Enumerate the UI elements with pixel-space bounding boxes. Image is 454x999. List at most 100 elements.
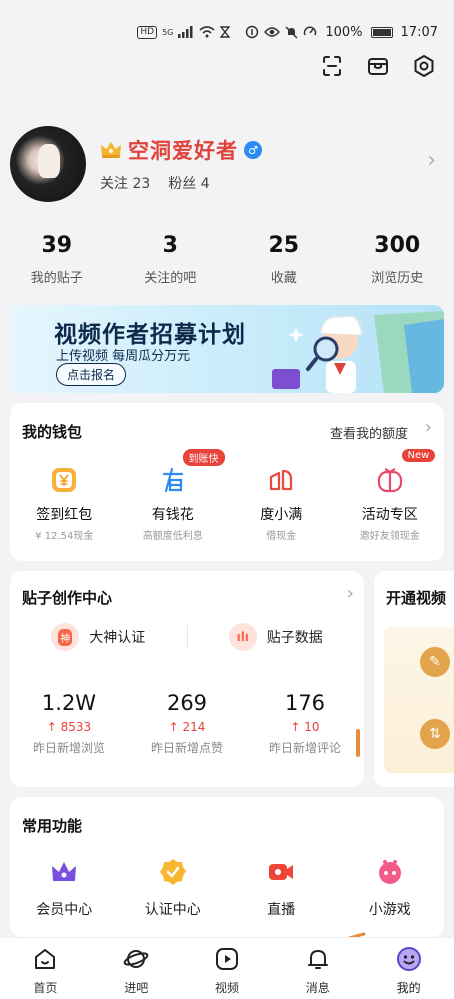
top-actions	[320, 54, 436, 78]
network-5g-indicator: 5G	[162, 27, 174, 37]
stat-value: 269	[166, 691, 208, 715]
creation-tags: 神 大神认证 ılı 贴子数据	[10, 623, 364, 651]
wallet-item-activity[interactable]: New 活动专区 邀好友领现金	[336, 449, 445, 542]
scan-icon[interactable]	[320, 54, 344, 78]
banner-signup-button[interactable]: 点击报名	[56, 363, 127, 386]
wallet-title: 我的钱包	[22, 423, 83, 441]
stat-history[interactable]: 300 浏览历史	[341, 233, 454, 286]
battery-percent: 100%	[325, 24, 363, 40]
video-play-icon	[215, 948, 238, 970]
hourglass-icon	[220, 26, 231, 38]
yuan-icon	[52, 468, 77, 492]
tag-label: 大神认证	[89, 630, 146, 646]
function-label: 小游戏	[368, 902, 411, 918]
live-camera-icon	[269, 864, 294, 880]
stat-delta: ↑ 10	[290, 720, 320, 734]
wallet-item-sub: ¥ 12.54现金	[35, 531, 94, 542]
wallet-items: 签到红包 ¥ 12.54现金 到账快 有钱花 高额度低利息 度小满 借现金 Ne…	[10, 449, 445, 542]
creation-center-card: 贴子创作中心 › 神 大神认证 ılı 贴子数据 1.2W ↑ 8533 昨日新增浏…	[10, 571, 364, 787]
tab-mine[interactable]: 我的	[363, 938, 454, 999]
settings-icon[interactable]	[412, 54, 436, 78]
stat-likes[interactable]: 269 ↑ 214 昨日新增点赞	[128, 691, 246, 756]
profile-stats: 39 我的贴子 3 关注的吧 25 收藏 300 浏览历史	[0, 233, 454, 286]
stat-delta: ↑ 8533	[46, 720, 92, 734]
crown-icon	[52, 862, 77, 881]
function-live[interactable]: 直播	[227, 857, 336, 919]
tab-video[interactable]: 视频	[182, 938, 273, 999]
home-icon	[35, 949, 56, 969]
wallet-item-label: 签到红包	[36, 507, 93, 523]
stat-delta: ↑ 214	[168, 720, 206, 734]
mute-bell-icon	[285, 26, 298, 38]
status-icons: HD 5G	[137, 25, 317, 39]
bell-icon	[307, 950, 328, 969]
banner-subtitle: 上传视频 每周瓜分万元	[56, 349, 191, 364]
wallet-item-label: 度小满	[260, 507, 303, 523]
tab-bars[interactable]: 进吧	[91, 938, 182, 999]
common-title: 常用功能	[22, 817, 83, 835]
function-member-center[interactable]: 会员中心	[10, 857, 119, 919]
follow-row: 关注 23 粉丝 4	[100, 173, 444, 193]
recruit-banner[interactable]: 视频作者招募计划 上传视频 每周瓜分万元 点击报名	[10, 305, 444, 393]
stat-posts[interactable]: 39 我的贴子	[0, 233, 114, 286]
username: 空洞爱好者	[128, 139, 238, 163]
bottom-nav: 首页 进吧 视频 消息 我的	[0, 937, 454, 999]
stat-label: 浏览历史	[371, 271, 424, 286]
tab-label: 首页	[33, 981, 58, 995]
stat-label: 收藏	[270, 271, 297, 286]
stat-value: 1.2W	[41, 691, 97, 715]
wallet-item-duxiaoman[interactable]: 度小满 借现金	[227, 465, 336, 542]
game-icon	[378, 860, 401, 884]
stat-label: 昨日新增点赞	[150, 741, 223, 755]
stat-label: 我的贴子	[30, 271, 83, 286]
duxiaoman-icon	[270, 469, 293, 491]
tab-messages[interactable]: 消息	[272, 938, 363, 999]
stat-followed-bars[interactable]: 3 关注的吧	[114, 233, 228, 286]
function-label: 认证中心	[144, 902, 201, 918]
horizontal-scroll-indicator	[356, 729, 360, 757]
tab-home[interactable]: 首页	[0, 938, 91, 999]
wallet-item-sub: 高额度低利息	[142, 531, 203, 542]
video-card-title: 开通视频	[386, 589, 447, 607]
wifi-icon	[199, 26, 215, 38]
pencil-icon: ✎	[420, 647, 450, 677]
planet-icon	[123, 950, 149, 968]
new-badge: New	[401, 449, 436, 462]
creation-stats: 1.2W ↑ 8533 昨日新增浏览 269 ↑ 214 昨日新增点赞 176 ↑ 10 昨…	[10, 691, 364, 756]
following-count[interactable]: 关注 23	[100, 173, 150, 193]
stat-comments[interactable]: 176 ↑ 10 昨日新增评论	[246, 691, 364, 756]
bar-chart-icon: ılı	[228, 623, 257, 651]
stat-label: 昨日新增浏览	[32, 741, 105, 755]
profile-header[interactable]: 空洞爱好者 ♂ 关注 23 粉丝 4 ›	[10, 124, 444, 204]
banner-scientist-illustration	[272, 311, 444, 393]
stat-views[interactable]: 1.2W ↑ 8533 昨日新增浏览	[10, 691, 128, 756]
common-items: 会员中心 认证中心 直播 小游戏	[10, 857, 444, 919]
master-certify-button[interactable]: 神 大神认证	[10, 623, 187, 651]
eye-icon	[264, 27, 281, 37]
chevron-right-icon: ›	[424, 417, 432, 438]
video-open-card[interactable]: 开通视频 ✎ ⇅	[374, 571, 454, 787]
creation-title: 贴子创作中心	[22, 589, 113, 607]
certify-icon	[159, 859, 186, 885]
function-certify-center[interactable]: 认证中心	[119, 857, 228, 919]
box-icon[interactable]	[366, 54, 390, 78]
common-functions-card: 常用功能 会员中心 认证中心 直播 小游戏	[10, 797, 444, 937]
tag-label: 贴子数据	[266, 630, 323, 646]
post-data-button[interactable]: ılı 贴子数据	[188, 623, 365, 651]
wallet-item-youqianhua[interactable]: 到账快 有钱花 高额度低利息	[119, 449, 228, 542]
stat-favorites[interactable]: 25 收藏	[227, 233, 341, 286]
chevron-right-icon[interactable]: ›	[347, 583, 354, 604]
wallet-quota-link[interactable]: 查看我的额度	[330, 423, 408, 442]
signal-icon	[178, 26, 193, 38]
avatar[interactable]	[10, 126, 86, 202]
video-card-body: ✎ ⇅	[384, 627, 454, 773]
function-mini-games[interactable]: 小游戏	[336, 857, 445, 919]
stat-label: 关注的吧	[144, 271, 197, 286]
battery-icon	[370, 26, 393, 38]
fans-count[interactable]: 粉丝 4	[168, 173, 209, 193]
clock: 17:07	[400, 24, 438, 40]
stat-value: 300	[374, 233, 421, 258]
wallet-item-sub: 邀好友领现金	[359, 531, 420, 542]
wallet-item-signin-redpacket[interactable]: 签到红包 ¥ 12.54现金	[10, 465, 119, 542]
banner-title: 视频作者招募计划	[54, 322, 246, 348]
